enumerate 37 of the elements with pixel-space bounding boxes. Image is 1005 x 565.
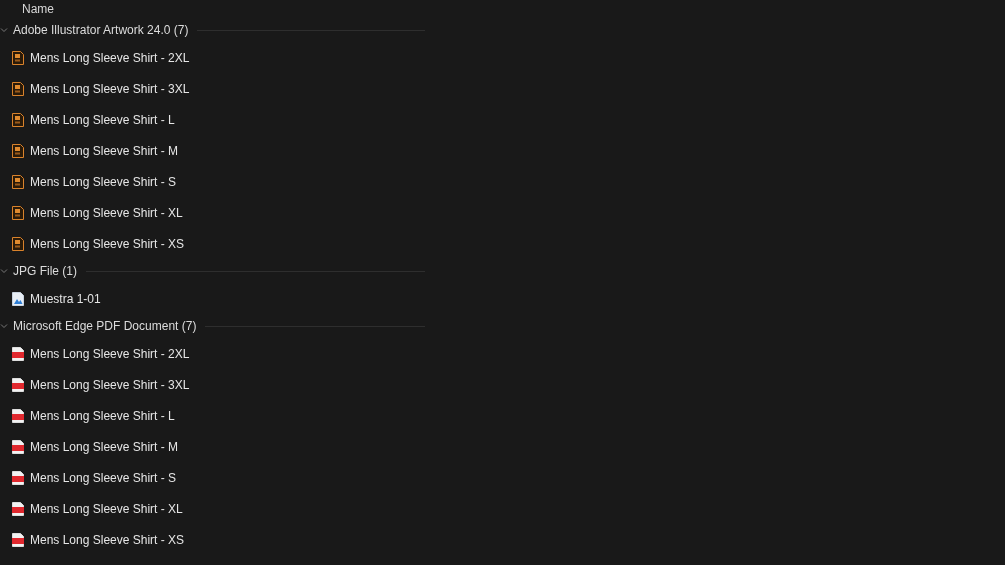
file-name[interactable]: Mens Long Sleeve Shirt - XS <box>30 236 185 251</box>
chevron-icon[interactable] <box>0 26 8 34</box>
image-file-icon <box>12 291 24 306</box>
file-name[interactable]: Mens Long Sleeve Shirt - S <box>30 174 177 189</box>
chevron-icon[interactable] <box>0 322 8 330</box>
file-name[interactable]: Mens Long Sleeve Shirt - S <box>30 470 177 485</box>
pdf-file-icon <box>12 377 24 392</box>
group-header[interactable]: JPG File (1) <box>13 264 77 278</box>
pdf-file-icon <box>12 346 24 361</box>
file-name[interactable]: Mens Long Sleeve Shirt - XL <box>30 205 183 220</box>
file-name[interactable]: Mens Long Sleeve Shirt - M <box>30 439 179 454</box>
illustrator-file-icon <box>12 205 24 220</box>
pdf-file-icon <box>12 501 24 516</box>
file-name[interactable]: Mens Long Sleeve Shirt - 2XL <box>30 346 190 361</box>
illustrator-file-icon <box>12 236 24 251</box>
column-header[interactable]: Name <box>22 2 54 16</box>
group-header[interactable]: Adobe Illustrator Artwork 24.0 (7) <box>13 23 189 37</box>
file-name[interactable]: Mens Long Sleeve Shirt - XS <box>30 532 185 547</box>
file-name[interactable]: Muestra 1-01 <box>30 291 101 306</box>
chevron-icon[interactable] <box>0 267 8 275</box>
pdf-file-icon <box>12 439 24 454</box>
file-name[interactable]: Mens Long Sleeve Shirt - 3XL <box>30 81 190 96</box>
file-name[interactable]: Mens Long Sleeve Shirt - 2XL <box>30 50 190 65</box>
illustrator-file-icon <box>12 143 24 158</box>
pdf-file-icon <box>12 532 24 547</box>
file-name[interactable]: Mens Long Sleeve Shirt - 3XL <box>30 377 190 392</box>
file-name[interactable]: Mens Long Sleeve Shirt - M <box>30 143 179 158</box>
pdf-file-icon <box>12 470 24 485</box>
illustrator-file-icon <box>12 50 24 65</box>
illustrator-file-icon <box>12 112 24 127</box>
file-name[interactable]: Mens Long Sleeve Shirt - L <box>30 408 175 423</box>
file-name[interactable]: Mens Long Sleeve Shirt - XL <box>30 501 183 516</box>
illustrator-file-icon <box>12 81 24 96</box>
file-name[interactable]: Mens Long Sleeve Shirt - L <box>30 112 175 127</box>
group-header[interactable]: Microsoft Edge PDF Document (7) <box>13 319 197 333</box>
pdf-file-icon <box>12 408 24 423</box>
illustrator-file-icon <box>12 174 24 189</box>
